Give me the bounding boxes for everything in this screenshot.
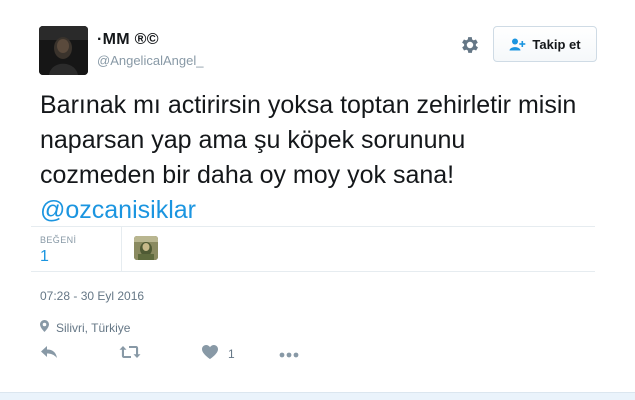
retweet-button[interactable] [119, 344, 141, 364]
like-count: 1 [228, 347, 235, 361]
tweet-text: Barınak mı actirirsin yoksa toptan zehir… [40, 88, 600, 228]
gear-icon[interactable] [459, 34, 481, 56]
divider [31, 226, 595, 227]
mention-link[interactable]: @ozcanisiklar [40, 193, 600, 228]
location-text: Silivri, Türkiye [56, 321, 131, 335]
avatar[interactable] [39, 26, 88, 75]
reply-icon [40, 345, 58, 364]
location-pin-icon [40, 319, 49, 337]
timestamp[interactable]: 07:28 - 30 Eyl 2016 [40, 289, 144, 303]
more-button[interactable] [279, 344, 299, 364]
tweet-text-line: naparsan yap ama şu köpek sorununu [40, 126, 466, 154]
likes-count[interactable]: 1 [40, 248, 49, 266]
display-name[interactable]: ·MM ®© [97, 31, 159, 49]
bottom-strip [0, 392, 635, 400]
tweet-text-line: Barınak mı actirirsin yoksa toptan zehir… [40, 91, 577, 119]
user-handle[interactable]: @AngelicalAngel_ [97, 53, 203, 68]
likes-label: BEĞENİ [40, 235, 77, 245]
like-button[interactable]: 1 [202, 344, 235, 364]
tweet-text-line: cozmeden bir daha oy moy yok sana! [40, 161, 455, 189]
tweet-card: ·MM ®© @AngelicalAngel_ Takip et Barınak… [0, 0, 635, 392]
liker-avatar[interactable] [134, 236, 158, 260]
divider [121, 226, 122, 272]
heart-icon [202, 344, 218, 364]
more-icon [279, 345, 299, 363]
retweet-icon [119, 345, 141, 364]
follow-button[interactable]: Takip et [493, 26, 597, 62]
divider [31, 271, 595, 272]
location[interactable]: Silivri, Türkiye [40, 319, 130, 337]
follow-button-label: Takip et [532, 36, 581, 52]
follow-person-plus-icon [509, 38, 526, 51]
reply-button[interactable] [40, 344, 58, 364]
